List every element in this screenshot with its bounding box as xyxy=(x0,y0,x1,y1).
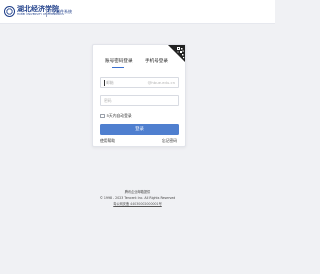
login-button[interactable]: 登录 xyxy=(100,124,179,135)
login-card: 账号密码登录 手机号登录 邮箱 @hbue.edu.cn 密码 5天内自动登录 … xyxy=(92,44,186,147)
forgot-password-link[interactable]: 忘记密码 xyxy=(162,138,177,144)
footer-icp-link[interactable]: 粤公网安备 44030002000001号 xyxy=(0,201,275,207)
logo-divider xyxy=(46,8,47,17)
username-placeholder: 邮箱 xyxy=(106,80,114,85)
tab-account-password[interactable]: 账号密码登录 xyxy=(105,59,133,65)
top-header: 湖北经济学院 HUBEI UNIVERSITY OF ECONOMICS 企业邮… xyxy=(0,0,275,24)
university-seal-icon xyxy=(4,6,15,17)
tab-phone-login[interactable]: 手机号登录 xyxy=(145,59,168,65)
page-footer: 腾讯企业邮箱提供 © 1998 - 2023 Tencent Inc. All … xyxy=(0,189,275,207)
password-input[interactable]: 密码 xyxy=(100,95,179,106)
remember-label: 5天内自动登录 xyxy=(106,113,132,118)
help-link[interactable]: 使用帮助 xyxy=(100,138,115,144)
qr-login-toggle[interactable] xyxy=(168,45,185,62)
username-input[interactable]: 邮箱 @hbue.edu.cn xyxy=(100,77,179,88)
system-subtitle: 企业邮件系统 xyxy=(48,9,72,14)
domain-suffix: @hbue.edu.cn xyxy=(147,80,175,85)
qr-code-icon xyxy=(168,45,185,62)
password-placeholder: 密码 xyxy=(104,98,112,103)
remember-checkbox[interactable] xyxy=(100,113,105,118)
text-caret xyxy=(104,80,105,86)
active-tab-indicator xyxy=(112,67,124,68)
